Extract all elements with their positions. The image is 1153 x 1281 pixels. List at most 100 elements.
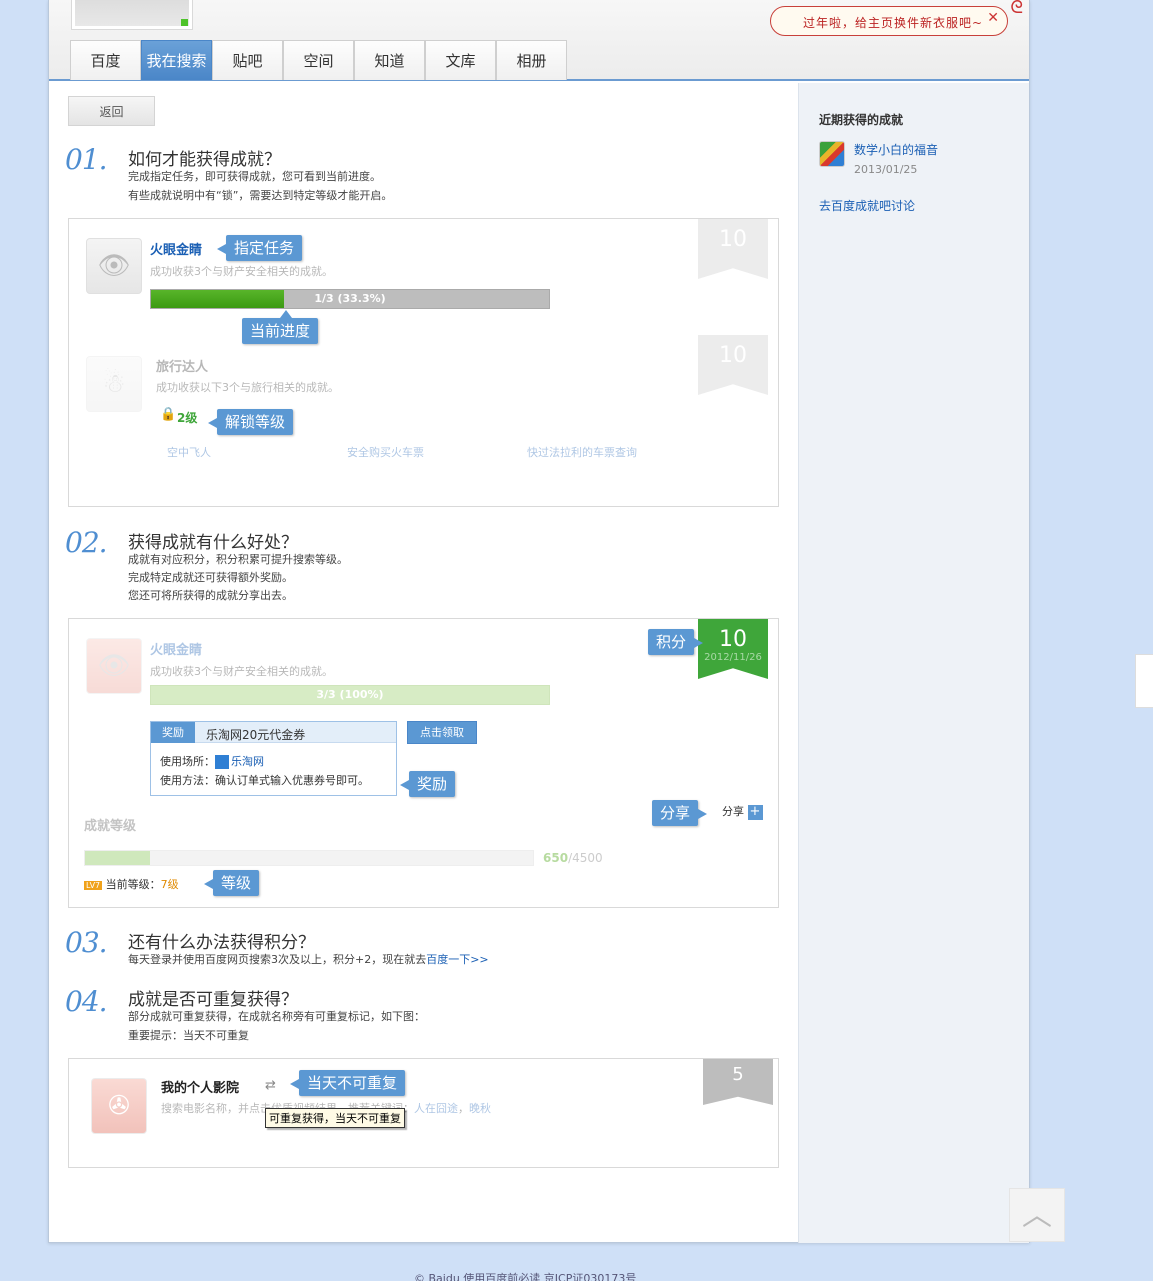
recent-achievement-link[interactable]: 数学小白的福音 bbox=[854, 141, 938, 158]
avatar[interactable] bbox=[71, 0, 193, 30]
example-box-4: ✇ 我的个人影院 ⇄ 搜索电影名称，并点击优质视频结果，推荐关键词：人在囧途，晚… bbox=[68, 1058, 779, 1168]
claim-button[interactable]: 点击领取 bbox=[407, 721, 477, 744]
callout-no-repeat: 当天不可重复 bbox=[289, 1070, 406, 1096]
side-scroll-tab[interactable] bbox=[1135, 654, 1153, 708]
current-level-label: 当前等级： bbox=[105, 878, 161, 891]
achievement-name: 火眼金睛 bbox=[150, 643, 203, 658]
current-level-value: 7级 bbox=[160, 878, 179, 891]
reward-place: 使用场所： 乐淘网 bbox=[160, 753, 264, 769]
section-title: 还有什么办法获得积分？ bbox=[128, 933, 315, 953]
level-current-score: 650 bbox=[543, 851, 569, 865]
progress-text: 1/3 (33.3%) bbox=[314, 292, 386, 305]
plus-icon[interactable]: + bbox=[747, 804, 763, 820]
repeat-tooltip: 可重复获得，当天不可重复 bbox=[265, 1108, 405, 1128]
section-title: 成就是否可重复获得？ bbox=[128, 990, 298, 1010]
section-text-body: 每天登录并使用百度网页搜索3次及以上，积分+2，现在就去 bbox=[128, 953, 427, 966]
baidu-search-link[interactable]: 百度一下>> bbox=[426, 953, 488, 966]
progress-fill bbox=[151, 290, 284, 308]
tab-album[interactable]: 相册 bbox=[496, 40, 567, 80]
eye-icon: 👁 bbox=[86, 638, 142, 694]
achievement-progress-bar: 1/3 (33.3%) bbox=[150, 289, 550, 309]
points-value: 10 bbox=[719, 227, 747, 252]
reward-name: 乐淘网20元代金券 bbox=[206, 728, 306, 742]
achievement-name[interactable]: 我的个人影院 bbox=[161, 1077, 239, 1096]
section-title: 获得成就有什么好处？ bbox=[128, 533, 298, 553]
level-total-score: /4500 bbox=[568, 851, 603, 865]
repeat-icon[interactable]: ⇄ bbox=[265, 1078, 276, 1093]
sidebar-title: 近期获得的成就 bbox=[819, 113, 904, 127]
share-control[interactable]: 分享 + bbox=[722, 803, 763, 820]
lock-icon: 🔒 bbox=[160, 407, 177, 422]
banner-text: 过年啦，给主页换件新衣服吧~ bbox=[803, 16, 984, 30]
callout-reward: 奖励 bbox=[399, 771, 456, 797]
tab-space[interactable]: 空间 bbox=[283, 40, 354, 80]
chevron-up-icon: ︿ bbox=[1022, 1198, 1052, 1233]
achievement-desc: 成功收获3个与财产安全相关的成就。 bbox=[150, 665, 333, 678]
section-text: 您还可将所获得的成就分享出去。 bbox=[128, 589, 293, 602]
section-number: 01. bbox=[65, 143, 108, 176]
earned-date: 2012/11/26 bbox=[704, 652, 762, 663]
section-title: 如何才能获得成就？ bbox=[128, 150, 281, 170]
callout-share: 分享 bbox=[652, 800, 708, 826]
achievement-desc: 成功收获3个与财产安全相关的成就。 bbox=[150, 265, 333, 278]
achievement-progress-bar: 3/3 (100%) bbox=[150, 685, 550, 705]
reward-tag: 奖励 bbox=[151, 722, 195, 743]
level-title: 成就等级 bbox=[84, 819, 137, 834]
section-number: 04. bbox=[65, 985, 108, 1018]
sub-achievement: 安全购买火车票 bbox=[347, 446, 424, 459]
achievement-desc: 成功收获以下3个与旅行相关的成就。 bbox=[156, 381, 339, 394]
knot-icon: ᘓ bbox=[1010, 0, 1023, 18]
keyword-link[interactable]: 晚秋 bbox=[469, 1102, 491, 1115]
example-box-1: 👁 火眼金睛 成功收获3个与财产安全相关的成就。 1/3 (33.3%) 10 … bbox=[68, 218, 779, 507]
unlock-level: 2级 bbox=[177, 411, 198, 425]
reward-box: 奖励 乐淘网20元代金券 使用场所： 乐淘网 使用方法：确认订单式输入优惠券号即可… bbox=[150, 721, 397, 796]
achievement-icon[interactable] bbox=[819, 141, 845, 167]
section-text: 成就有对应积分，积分积累可提升搜索等级。 bbox=[128, 553, 348, 566]
keyword-link[interactable]: 人在囧途 bbox=[414, 1102, 458, 1115]
back-to-top-button[interactable]: ︿ bbox=[1009, 1188, 1065, 1242]
tab-zhidao[interactable]: 知道 bbox=[354, 40, 425, 80]
achievement-name[interactable]: 火眼金睛 bbox=[150, 239, 202, 258]
reward-place-label: 使用场所： bbox=[160, 755, 215, 768]
points-value: 5 bbox=[732, 1064, 744, 1085]
eye-icon: 👁 bbox=[86, 238, 142, 294]
tab-tieba[interactable]: 贴吧 bbox=[212, 40, 283, 80]
sub-achievement: 空中飞人 bbox=[167, 446, 211, 459]
film-reel-icon: ✇ bbox=[91, 1078, 147, 1134]
footer: © Baidu 使用百度前必读 京ICP证030173号 bbox=[414, 1272, 637, 1281]
recent-achievement-date: 2013/01/25 bbox=[854, 163, 918, 176]
section-text: 有些成就说明中有“锁”，需要达到特定等级才能开启。 bbox=[128, 189, 393, 202]
points-ribbon: 10 2012/11/26 bbox=[698, 619, 768, 679]
callout-points: 积分 bbox=[648, 629, 704, 655]
share-label: 分享 bbox=[722, 805, 744, 818]
discuss-link[interactable]: 去百度成就吧讨论 bbox=[819, 197, 915, 214]
callout-progress: 当前进度 bbox=[242, 310, 319, 344]
tab-search[interactable]: 我在搜索 bbox=[141, 40, 212, 80]
online-status-dot bbox=[181, 19, 188, 26]
section-text: 重要提示：当天不可重复 bbox=[128, 1029, 249, 1042]
section-text: 部分成就可重复获得，在成就名称旁有可重复标记，如下图： bbox=[128, 1010, 425, 1023]
level-progress-bar bbox=[84, 850, 534, 866]
points-value: 10 bbox=[719, 627, 747, 652]
section-number: 02. bbox=[65, 526, 108, 559]
back-button[interactable]: 返回 bbox=[68, 96, 155, 126]
close-icon[interactable]: ✕ bbox=[987, 10, 999, 26]
reward-place-link[interactable]: 乐淘网 bbox=[231, 755, 264, 768]
level-score: 650/4500 bbox=[543, 851, 603, 865]
sidebar: 近期获得的成就 数学小白的福音 2013/01/25 去百度成就吧讨论 bbox=[798, 83, 1029, 1243]
callout-level: 等级 bbox=[203, 870, 260, 896]
section-number: 03. bbox=[65, 926, 108, 959]
example-box-2: 👁 火眼金睛 成功收获3个与财产安全相关的成就。 3/3 (100%) 10 2… bbox=[68, 618, 779, 908]
points-value: 10 bbox=[719, 343, 747, 368]
theme-banner[interactable]: 过年啦，给主页换件新衣服吧~ ✕ ᘓ bbox=[770, 0, 1023, 36]
points-ribbon: 10 bbox=[698, 219, 768, 279]
current-level: LV7 当前等级：7级 bbox=[84, 876, 179, 892]
section-text: 完成特定成就还可获得额外奖励。 bbox=[128, 571, 293, 584]
section-text: 每天登录并使用百度网页搜索3次及以上，积分+2，现在就去百度一下>> bbox=[128, 951, 489, 967]
store-icon bbox=[215, 755, 229, 769]
reward-usage: 使用方法：确认订单式输入优惠券号即可。 bbox=[160, 774, 369, 787]
tab-wenku[interactable]: 文库 bbox=[425, 40, 496, 80]
progress-text: 3/3 (100%) bbox=[316, 688, 384, 701]
tab-baidu[interactable]: 百度 bbox=[70, 40, 141, 80]
section-text: 完成指定任务，即可获得成就，您可看到当前进度。 bbox=[128, 170, 381, 183]
